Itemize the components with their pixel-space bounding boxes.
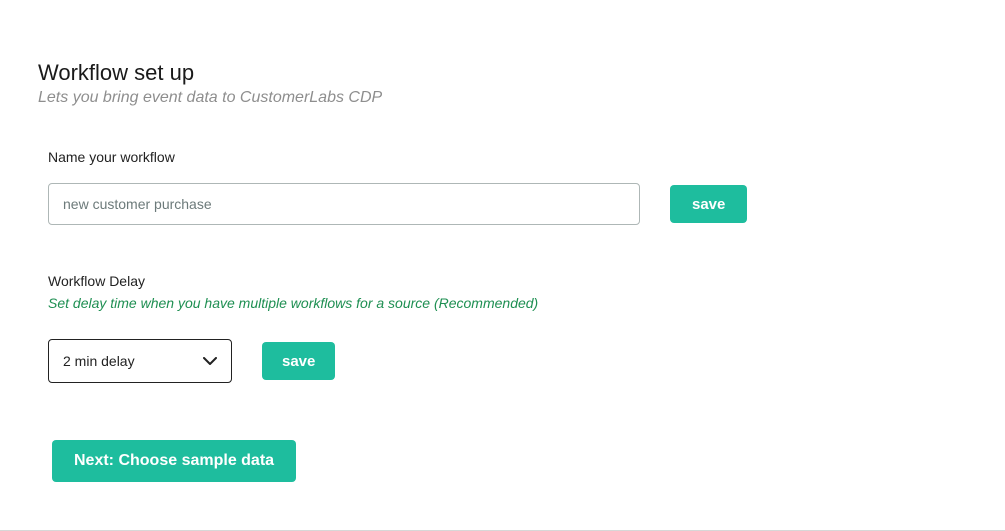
workflow-delay-helper: Set delay time when you have multiple wo… bbox=[48, 295, 967, 311]
workflow-setup-page: Workflow set up Lets you bring event dat… bbox=[0, 0, 1005, 531]
workflow-name-row: save bbox=[48, 183, 967, 225]
workflow-delay-select[interactable]: 2 min delay bbox=[48, 339, 232, 383]
chevron-down-icon bbox=[203, 353, 217, 369]
workflow-delay-section: Workflow Delay Set delay time when you h… bbox=[38, 273, 967, 383]
workflow-name-section: Name your workflow save bbox=[38, 149, 967, 225]
workflow-name-label: Name your workflow bbox=[48, 149, 967, 165]
save-delay-button[interactable]: save bbox=[262, 342, 335, 380]
workflow-name-input[interactable] bbox=[48, 183, 640, 225]
page-subtitle: Lets you bring event data to CustomerLab… bbox=[38, 89, 967, 107]
workflow-delay-selected-value: 2 min delay bbox=[63, 353, 135, 369]
workflow-delay-label: Workflow Delay bbox=[48, 273, 967, 289]
save-name-button[interactable]: save bbox=[670, 185, 747, 223]
workflow-delay-row: 2 min delay save bbox=[48, 339, 967, 383]
next-choose-sample-data-button[interactable]: Next: Choose sample data bbox=[52, 440, 296, 482]
page-title: Workflow set up bbox=[38, 60, 967, 86]
